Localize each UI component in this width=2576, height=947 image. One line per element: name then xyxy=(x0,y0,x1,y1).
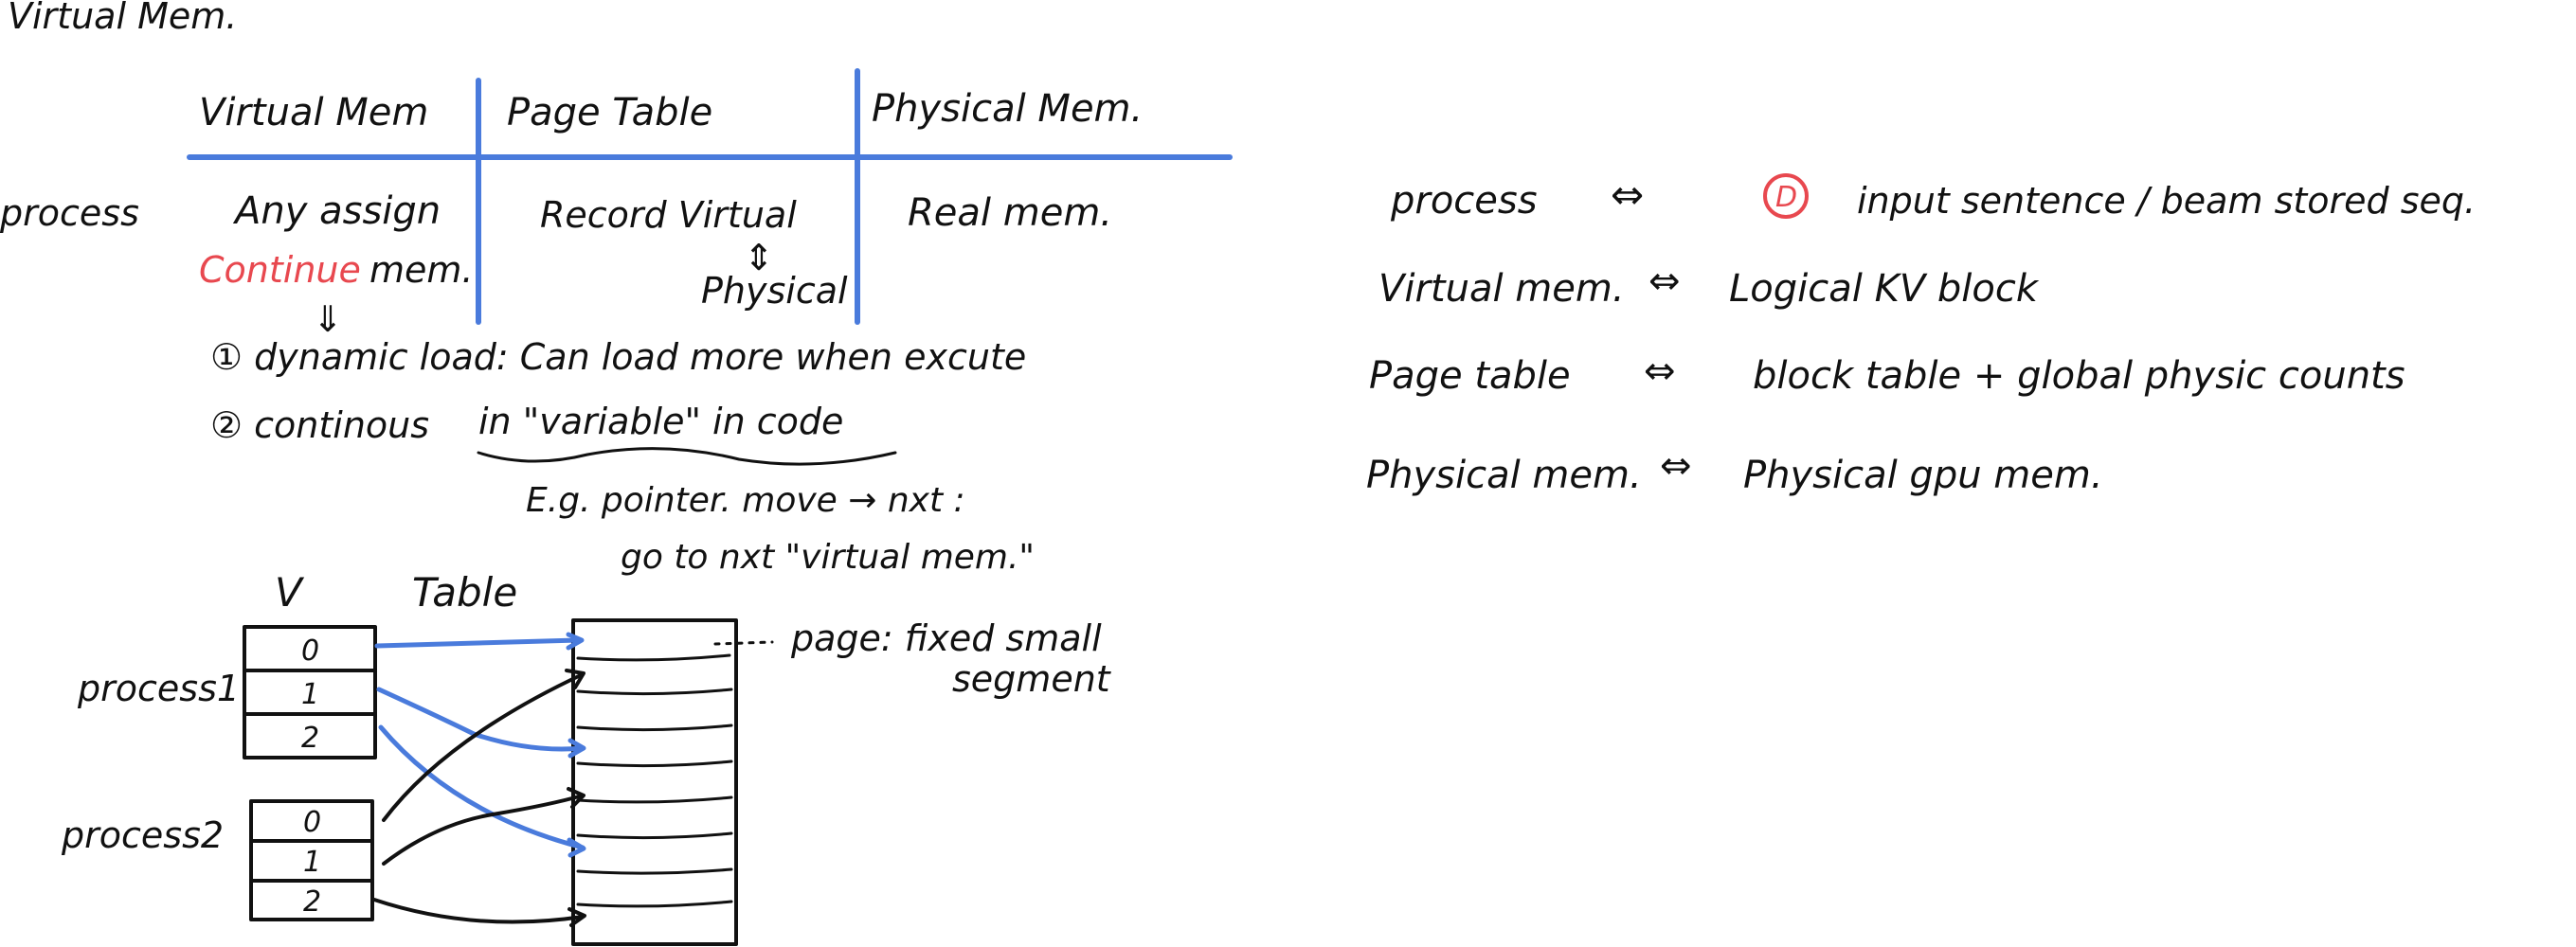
note-eg-line2: go to nxt "virtual mem." xyxy=(621,538,1035,577)
circled-d-label: D xyxy=(1775,181,1797,214)
mapping-arrow-p1-1 xyxy=(376,687,585,752)
page-line-7 xyxy=(576,867,733,875)
physical-memory-pages xyxy=(571,618,738,946)
page-line-1 xyxy=(576,653,731,662)
process1-slot-1: 1 xyxy=(301,678,319,711)
mapping-row-0-left: process xyxy=(1390,179,1538,223)
page-table-desc-line2: Physical xyxy=(701,270,848,312)
process1-slot-0: 0 xyxy=(301,634,319,668)
note-dynamic-load: ① dynamic load: Can load more when excut… xyxy=(210,336,1026,378)
down-arrow-icon: ⇓ xyxy=(313,298,343,340)
wavy-underline xyxy=(477,447,897,466)
page-line-8 xyxy=(576,900,733,908)
mapping-row-3-arrow: ⇔ xyxy=(1660,444,1692,488)
analogy-mapping: process ⇔ D input sentence / beam stored… xyxy=(1366,171,2476,497)
mapping-row-0-right: input sentence / beam stored seq. xyxy=(1857,180,2476,222)
mapping-arrow-p1-0 xyxy=(374,637,581,649)
process1-label: process1 xyxy=(77,668,240,709)
physical-memory-frame xyxy=(571,618,738,946)
whiteboard-canvas: Virtual Mem. Virtual Mem Page Table Phys… xyxy=(0,0,2476,946)
page-title: Virtual Mem. xyxy=(8,0,237,37)
note-continous: ② continous xyxy=(210,404,429,446)
header-virtual-mem: Virtual Mem xyxy=(199,91,428,134)
note-variable-underlined: in "variable" in code xyxy=(478,401,843,442)
mapping-arrow-p2-2 xyxy=(372,898,585,924)
mapping-row-1-left: Virtual mem. xyxy=(1378,267,1625,311)
page-line-2 xyxy=(576,688,733,696)
mapping-row-2-right: block table + global physic counts xyxy=(1753,354,2405,398)
process1-slot-2: 2 xyxy=(301,722,319,755)
page-line-5 xyxy=(576,795,733,804)
page-note-line1: page: fixed small xyxy=(790,617,1102,659)
page-line-4 xyxy=(576,759,733,768)
process2-slot-2: 2 xyxy=(303,885,321,919)
mapping-arrow-p2-1 xyxy=(382,794,585,866)
virtual-mem-desc-line2: mem. xyxy=(369,249,474,291)
mapping-row-0-arrow: ⇔ xyxy=(1611,171,1644,218)
process1-virtual-table: 0 1 2 xyxy=(243,625,377,759)
mapping-row-2-left: Page table xyxy=(1369,354,1571,398)
process2-virtual-table: 0 1 2 xyxy=(249,799,374,921)
notes: ⇓ ① dynamic load: Can load more when exc… xyxy=(210,298,1035,577)
row-label-process: process xyxy=(0,192,139,234)
comparison-table: Virtual Mem Page Table Physical Mem. pro… xyxy=(0,68,1233,325)
v-label: V xyxy=(275,569,305,616)
header-page-table: Page Table xyxy=(507,91,712,134)
physical-mem-desc: Real mem. xyxy=(908,191,1112,235)
header-physical-mem: Physical Mem. xyxy=(872,87,1143,131)
page-note-line2: segment xyxy=(952,658,1112,700)
page-line-3 xyxy=(576,724,733,732)
mapping-row-3-right: Physical gpu mem. xyxy=(1743,454,2103,497)
page-table-desc-line1: Record Virtual xyxy=(540,194,797,236)
table-label: Table xyxy=(412,569,517,616)
page-annotation-leader xyxy=(713,640,774,646)
process2-slot-0: 0 xyxy=(303,806,321,839)
process2-label: process2 xyxy=(61,814,224,856)
continue-highlight: Continue xyxy=(199,249,361,291)
mapping-row-1-arrow: ⇔ xyxy=(1648,259,1681,303)
mapping-row-3-left: Physical mem. xyxy=(1366,454,1642,497)
virtual-mem-desc-line1: Any assign xyxy=(232,189,441,233)
note-eg-line1: E.g. pointer. move → nxt : xyxy=(526,481,965,520)
memory-diagram: V Table process1 process2 0 1 2 0 1 2 pa… xyxy=(61,569,1112,946)
process2-slot-1: 1 xyxy=(303,846,321,879)
mapping-row-2-arrow: ⇔ xyxy=(1644,349,1676,393)
page-line-6 xyxy=(576,831,733,840)
mapping-row-1-right: Logical KV block xyxy=(1729,267,2040,311)
